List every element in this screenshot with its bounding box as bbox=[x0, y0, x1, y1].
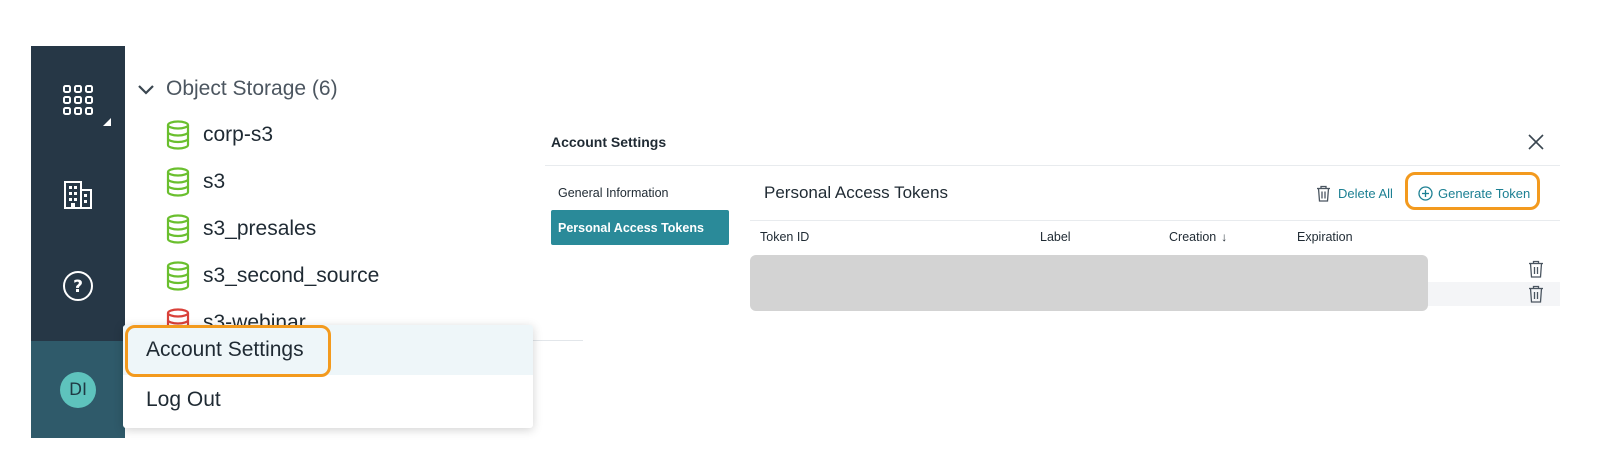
tree-item-corp-s3[interactable]: corp-s3 22 bbox=[165, 120, 573, 150]
tokens-panel: Personal Access Tokens Delete All Genera… bbox=[750, 166, 1560, 326]
tree-group-title: Object Storage (6) bbox=[166, 77, 338, 100]
account-settings-dialog: Account Settings General Information Per… bbox=[545, 120, 1560, 330]
building-icon bbox=[64, 181, 92, 209]
avatar[interactable]: DI bbox=[60, 371, 96, 408]
table-top-divider bbox=[750, 220, 1560, 221]
svg-text:?: ? bbox=[73, 277, 83, 297]
storage-tree: Object Storage (6) corp-s3 22 s3 4 s3_pr… bbox=[125, 46, 583, 342]
plus-circle-icon bbox=[1418, 185, 1433, 201]
tree-item-name: s3_presales bbox=[203, 217, 317, 240]
expand-corner-icon bbox=[103, 118, 111, 126]
apps-button[interactable] bbox=[31, 60, 125, 140]
chevron-down-icon[interactable] bbox=[135, 78, 157, 100]
redacted-rows-overlay bbox=[750, 255, 1428, 311]
column-header-creation-label: Creation bbox=[1169, 230, 1217, 244]
user-dropdown-menu: Account Settings Log Out bbox=[123, 325, 533, 428]
column-header-label: Label bbox=[1040, 230, 1071, 244]
help-button[interactable]: ? bbox=[31, 246, 125, 326]
section-title: Personal Access Tokens bbox=[764, 183, 948, 202]
sort-descending-icon[interactable]: ↓ bbox=[1221, 230, 1227, 244]
delete-all-label: Delete All bbox=[1338, 185, 1393, 201]
database-icon bbox=[166, 167, 190, 197]
database-icon bbox=[166, 214, 190, 244]
column-header-token-id: Token ID bbox=[760, 230, 810, 244]
delete-all-button[interactable]: Delete All bbox=[1316, 182, 1393, 204]
help-icon: ? bbox=[63, 271, 93, 301]
settings-nav-personal-access-tokens[interactable]: Personal Access Tokens bbox=[551, 210, 729, 245]
tree-item-name: corp-s3 bbox=[203, 123, 274, 146]
trash-icon[interactable] bbox=[1528, 260, 1544, 278]
settings-nav-general-information[interactable]: General Information bbox=[551, 175, 729, 210]
column-header-creation[interactable]: Creation ↓ bbox=[1169, 230, 1227, 244]
avatar-initials: DI bbox=[68, 379, 88, 400]
database-icon bbox=[166, 261, 190, 291]
apps-grid-icon bbox=[63, 85, 93, 115]
close-icon[interactable] bbox=[1526, 132, 1546, 152]
sidebar: ? DI bbox=[31, 46, 125, 438]
tree-item-name: s3 bbox=[203, 170, 226, 193]
trash-icon[interactable] bbox=[1528, 285, 1544, 303]
trash-icon bbox=[1317, 185, 1330, 202]
settings-nav: General Information Personal Access Toke… bbox=[551, 175, 729, 245]
tree-item-s3-presales[interactable]: s3_presales 29 bbox=[165, 214, 573, 244]
generate-token-label: Generate Token bbox=[1438, 185, 1531, 201]
user-menu-trigger[interactable]: DI bbox=[31, 341, 125, 438]
generate-token-button[interactable]: Generate Token bbox=[1418, 182, 1530, 204]
organization-button[interactable] bbox=[31, 154, 125, 234]
tree-item-name: s3_second_source bbox=[203, 264, 380, 287]
database-icon bbox=[166, 120, 190, 150]
tree-item-s3-second-source[interactable]: s3_second_source 3 bbox=[165, 261, 573, 291]
dialog-title: Account Settings bbox=[551, 134, 667, 150]
menu-item-log-out[interactable]: Log Out bbox=[123, 375, 533, 425]
tree-item-s3[interactable]: s3 4 bbox=[165, 167, 573, 197]
menu-item-account-settings[interactable]: Account Settings bbox=[123, 325, 533, 375]
column-header-expiration: Expiration bbox=[1297, 230, 1353, 244]
tree-group-object-storage[interactable]: Object Storage (6) bbox=[135, 75, 338, 103]
